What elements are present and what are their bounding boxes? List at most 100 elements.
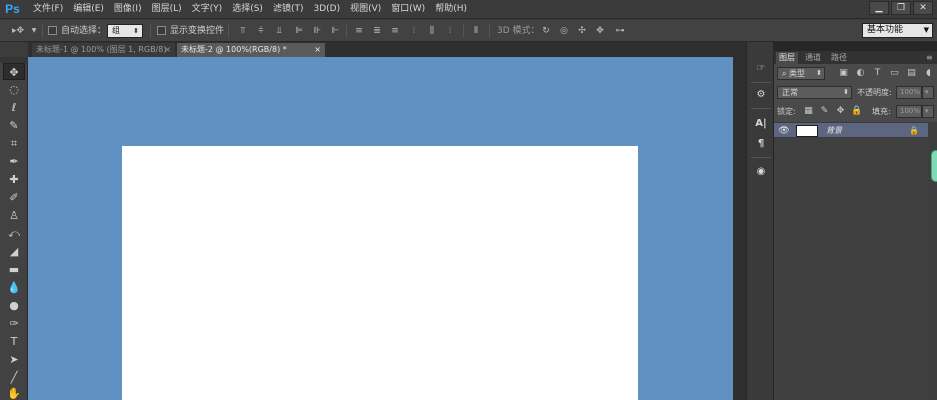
blur-tool-icon[interactable]: 💧: [3, 279, 25, 296]
menu-3d[interactable]: 3D(D): [308, 0, 345, 19]
libraries-panel-icon[interactable]: ◉: [751, 163, 771, 180]
filter-type-icon[interactable]: T: [872, 68, 883, 79]
align-left-icon[interactable]: ⊫: [293, 24, 305, 38]
distribute-left-icon[interactable]: ⦙: [408, 24, 420, 38]
distribute-bottom-icon[interactable]: ≡: [389, 24, 401, 38]
quick-select-tool-icon[interactable]: ✎: [3, 117, 25, 134]
document-canvas[interactable]: [122, 146, 638, 400]
move-tool-preset-icon[interactable]: ▸✥: [8, 24, 28, 38]
history-brush-tool-icon[interactable]: ⤺: [3, 225, 25, 242]
lock-image-icon[interactable]: ✎: [819, 106, 830, 117]
floating-side-handle[interactable]: [931, 150, 937, 182]
menu-select[interactable]: 选择(S): [227, 0, 268, 19]
lock-all-icon[interactable]: 🔒: [851, 106, 862, 117]
filter-pixel-icon[interactable]: ▣: [838, 68, 849, 79]
close-button[interactable]: ✕: [913, 1, 933, 15]
align-bottom-icon[interactable]: ⫫: [273, 24, 285, 38]
path-select-tool-icon[interactable]: ➤: [3, 351, 25, 368]
fill-label: 填充:: [872, 107, 891, 116]
adjustments-panel-icon[interactable]: ⚙: [751, 86, 771, 103]
close-icon[interactable]: ×: [314, 43, 321, 57]
auto-select-checkbox[interactable]: [48, 26, 57, 35]
distribute-vcenter-icon[interactable]: ≣: [371, 24, 383, 38]
layer-row-background[interactable]: 👁 背景 🔒: [774, 122, 928, 138]
filter-toggle-icon[interactable]: ◖: [923, 68, 934, 79]
roll-3d-icon[interactable]: ◎: [558, 24, 570, 38]
lock-transparency-icon[interactable]: ▦: [803, 106, 814, 117]
options-bar: ▸✥ ▼ 自动选择： 组 ⬍ 显示变换控件 ⫪ ⫩ ⫫ ⊫ ⊪ ⊩ ≡ ≣ ≡ …: [0, 20, 937, 42]
distribute-right-icon[interactable]: ⦙: [444, 24, 456, 38]
show-transform-checkbox[interactable]: [157, 26, 166, 35]
opacity-input[interactable]: 100%: [896, 86, 922, 99]
chevron-down-icon[interactable]: ▾: [922, 105, 934, 118]
layer-filter-dropdown[interactable]: ⌕ 类型 ⬍: [777, 67, 825, 80]
close-icon[interactable]: ×: [164, 43, 171, 57]
pen-tool-icon[interactable]: ✑: [3, 315, 25, 332]
crop-tool-icon[interactable]: ⌗: [3, 135, 25, 152]
tab-layers[interactable]: 图层: [776, 52, 798, 64]
blend-mode-dropdown[interactable]: 正常 ⬍: [777, 86, 852, 99]
menu-edit[interactable]: 编辑(E): [68, 0, 109, 19]
menu-window[interactable]: 窗口(W): [386, 0, 430, 19]
minimize-button[interactable]: ▁: [869, 1, 889, 15]
dodge-tool-icon[interactable]: ●: [3, 297, 25, 314]
align-right-icon[interactable]: ⊩: [329, 24, 341, 38]
restore-button[interactable]: ❐: [891, 1, 911, 15]
menu-view[interactable]: 视图(V): [345, 0, 386, 19]
marquee-tool-icon[interactable]: ◌: [3, 81, 25, 98]
rotate-3d-icon[interactable]: ↻: [540, 24, 552, 38]
layers-list-empty-area[interactable]: [774, 138, 928, 400]
scale-3d-icon[interactable]: ⊶: [612, 24, 628, 38]
history-panel-icon[interactable]: ☞: [751, 60, 771, 77]
eye-icon[interactable]: 👁: [777, 123, 791, 139]
fill-input[interactable]: 100%: [896, 105, 922, 118]
workspace-value: 基本功能: [867, 25, 904, 35]
lasso-tool-icon[interactable]: ℓ: [3, 99, 25, 116]
gradient-tool-icon[interactable]: ▬: [3, 261, 25, 278]
distribute-hcenter-icon[interactable]: ⫼: [426, 24, 438, 38]
menu-list: 文件(F) 编辑(E) 图像(I) 图层(L) 文字(Y) 选择(S) 滤镜(T…: [28, 0, 472, 19]
tab-paths[interactable]: 路径: [828, 52, 850, 64]
opacity-label: 不透明度:: [857, 88, 892, 97]
type-tool-icon[interactable]: T: [3, 333, 25, 350]
drag-3d-icon[interactable]: ✣: [576, 24, 588, 38]
tab-document-2[interactable]: 未标题-2 @ 100%(RGB/8) * ×: [177, 43, 325, 57]
panel-menu-icon[interactable]: ≡: [923, 52, 936, 64]
align-top-icon[interactable]: ⫪: [237, 24, 249, 38]
menu-layer[interactable]: 图层(L): [147, 0, 187, 19]
align-vcenter-icon[interactable]: ⫩: [255, 24, 267, 38]
menu-file[interactable]: 文件(F): [28, 0, 68, 19]
paragraph-panel-icon[interactable]: ¶: [751, 135, 771, 152]
stamp-tool-icon[interactable]: ♙: [3, 207, 25, 224]
filter-shape-icon[interactable]: ▭: [889, 68, 900, 79]
auto-select-dropdown[interactable]: 组 ⬍: [107, 24, 143, 38]
character-panel-icon[interactable]: A|: [751, 115, 771, 132]
eraser-tool-icon[interactable]: ◢: [3, 243, 25, 260]
eyedropper-tool-icon[interactable]: ✒: [3, 153, 25, 170]
menu-type[interactable]: 文字(Y): [187, 0, 228, 19]
menu-image[interactable]: 图像(I): [109, 0, 147, 19]
move-tool-icon[interactable]: ✥: [3, 63, 25, 80]
tab-channels[interactable]: 通道: [802, 52, 824, 64]
canvas-area[interactable]: [28, 57, 733, 400]
layer-name[interactable]: 背景: [826, 123, 842, 139]
auto-align-icon[interactable]: ⫴: [470, 24, 482, 38]
distribute-top-icon[interactable]: ≡: [353, 24, 365, 38]
line-tool-icon[interactable]: ╱: [3, 369, 25, 386]
menu-filter[interactable]: 滤镜(T): [268, 0, 309, 19]
hand-tool-icon[interactable]: ✋: [3, 385, 25, 400]
filter-adjustment-icon[interactable]: ◐: [855, 68, 866, 79]
brush-tool-icon[interactable]: ✐: [3, 189, 25, 206]
chevron-down-icon[interactable]: ▾: [922, 86, 934, 99]
slide-3d-icon[interactable]: ✥: [594, 24, 606, 38]
tab-document-1[interactable]: 未标题-1 @ 100% (图层 1, RGB/8) ×: [32, 43, 175, 57]
healing-tool-icon[interactable]: ✚: [3, 171, 25, 188]
workspace-dropdown[interactable]: 基本功能 ▼: [862, 23, 933, 38]
panel-header-bar[interactable]: [774, 42, 937, 51]
filter-smart-object-icon[interactable]: ▤: [906, 68, 917, 79]
menu-help[interactable]: 帮助(H): [430, 0, 472, 19]
lock-position-icon[interactable]: ✥: [835, 106, 846, 117]
preset-dropdown-arrow-icon[interactable]: ▼: [30, 24, 38, 38]
align-hcenter-icon[interactable]: ⊪: [311, 24, 323, 38]
canvas-scrollbar[interactable]: [733, 42, 746, 400]
